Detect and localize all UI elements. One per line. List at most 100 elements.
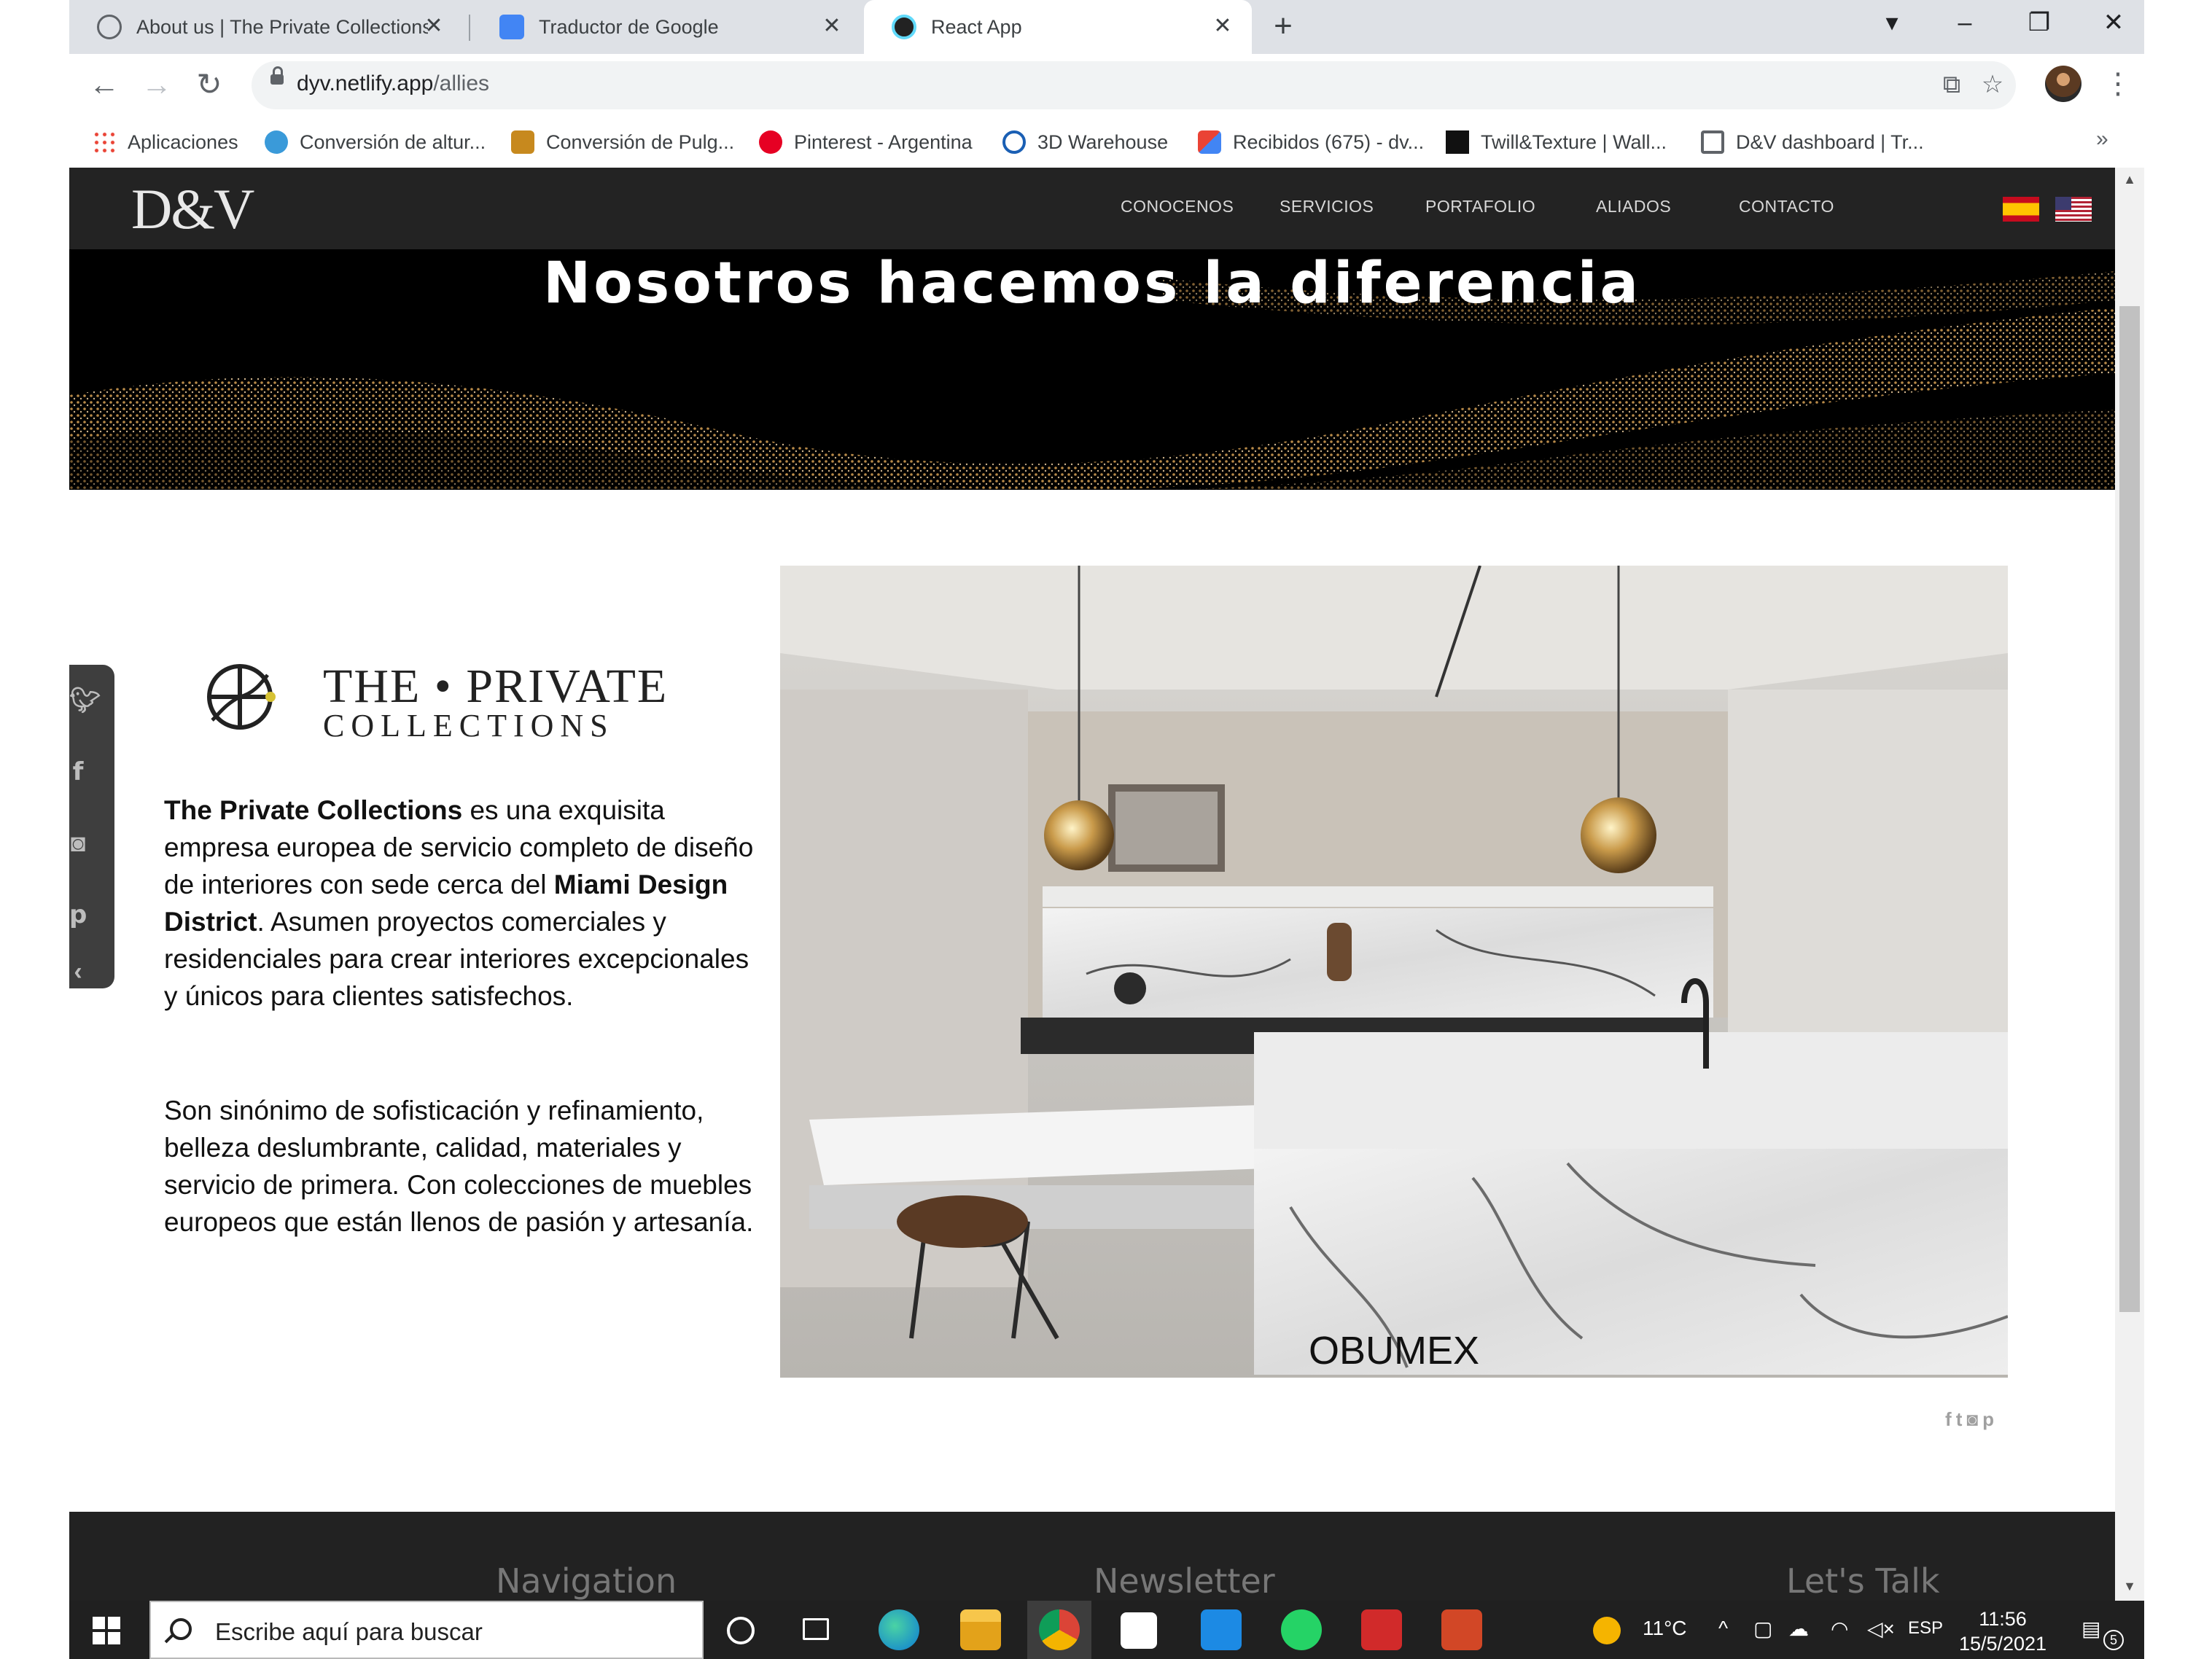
tab-react-app[interactable]: React App ✕ bbox=[864, 0, 1252, 54]
address-bar[interactable]: dyv.netlify.app/allies ⧉ ☆ bbox=[252, 61, 2016, 109]
maximize-button[interactable]: ❐ bbox=[2017, 4, 2061, 41]
url-path: /allies bbox=[433, 71, 490, 95]
close-window-button[interactable]: ✕ bbox=[2092, 4, 2135, 41]
wifi-icon[interactable]: ◠ bbox=[1831, 1617, 1848, 1641]
tray-chevron-icon[interactable]: ^ bbox=[1718, 1617, 1728, 1640]
notification-count-badge: 5 bbox=[2103, 1630, 2124, 1650]
facebook-icon[interactable]: f bbox=[1945, 1408, 1952, 1434]
globe-icon bbox=[265, 130, 288, 154]
forward-button[interactable]: → bbox=[139, 69, 174, 104]
bookmark-gmail[interactable]: Recibidos (675) - dv... bbox=[1198, 125, 1424, 159]
url-text[interactable]: dyv.netlify.app/allies bbox=[297, 71, 489, 96]
warehouse-icon bbox=[1002, 130, 1026, 154]
twitter-icon[interactable]: 🐦︎ bbox=[69, 685, 101, 716]
close-icon[interactable]: ✕ bbox=[819, 13, 845, 39]
meet-now-icon[interactable]: ▢ bbox=[1753, 1617, 1772, 1641]
nav-servicios[interactable]: SERVICIOS bbox=[1280, 197, 1374, 216]
instagram-icon[interactable]: ◙ bbox=[69, 828, 87, 859]
gmail-icon bbox=[1198, 130, 1221, 154]
tab-about-us[interactable]: About us | The Private Collections ✕ bbox=[69, 0, 463, 54]
whatsapp-icon[interactable] bbox=[1281, 1609, 1322, 1650]
nav-contacto[interactable]: CONTACTO bbox=[1739, 197, 1834, 216]
tab-strip: About us | The Private Collections ✕ Tra… bbox=[69, 0, 2144, 54]
chrome-icon[interactable] bbox=[1039, 1609, 1080, 1650]
kitchen-illustration bbox=[780, 566, 2008, 1378]
nav-aliados[interactable]: ALIADOS bbox=[1596, 197, 1671, 216]
collapse-chevron-icon[interactable]: ‹ bbox=[69, 956, 87, 987]
instagram-icon[interactable]: ◙ bbox=[1966, 1408, 1978, 1434]
spanish-flag-icon[interactable] bbox=[2003, 197, 2039, 222]
bookmark-pinterest[interactable]: Pinterest - Argentina bbox=[759, 125, 973, 159]
close-icon[interactable]: ✕ bbox=[421, 13, 447, 39]
scroll-up-icon[interactable]: ▲ bbox=[2121, 172, 2138, 190]
pinterest-icon bbox=[759, 130, 782, 154]
photo-caption: OBUMEX bbox=[1308, 1329, 1480, 1373]
bookmark-twill-texture[interactable]: Twill&Texture | Wall... bbox=[1446, 125, 1667, 159]
bookmark-pulgadas[interactable]: Conversión de Pulg... bbox=[511, 125, 734, 159]
bookmark-trello[interactable]: D&V dashboard | Tr... bbox=[1701, 125, 1924, 159]
autocad-icon[interactable] bbox=[1361, 1609, 1402, 1650]
scroll-down-icon[interactable]: ▼ bbox=[2121, 1579, 2138, 1596]
bookmark-altura[interactable]: Conversión de altur... bbox=[265, 125, 486, 159]
bookmark-3d-warehouse[interactable]: 3D Warehouse bbox=[1002, 125, 1168, 159]
windows-start-icon[interactable] bbox=[93, 1617, 122, 1646]
twill-icon bbox=[1446, 130, 1469, 154]
footer-newsletter-heading: Newsletter bbox=[1094, 1561, 1275, 1601]
file-explorer-icon[interactable] bbox=[960, 1609, 1001, 1650]
weather-sun-icon[interactable] bbox=[1593, 1617, 1621, 1644]
globe-icon bbox=[97, 15, 122, 39]
new-tab-button[interactable]: + bbox=[1265, 9, 1301, 45]
tab-title: React App bbox=[931, 15, 1022, 38]
translate-icon[interactable]: ⧉ bbox=[1936, 69, 1968, 101]
bookmark-label: Conversión de altur... bbox=[300, 130, 486, 153]
onedrive-icon[interactable]: ☁ bbox=[1788, 1617, 1809, 1641]
us-flag-icon[interactable] bbox=[2055, 197, 2092, 222]
star-icon[interactable]: ☆ bbox=[1977, 69, 2009, 101]
cortana-icon[interactable] bbox=[727, 1617, 755, 1644]
browser-toolbar: ← → ↻ dyv.netlify.app/allies ⧉ ☆ ⋮ bbox=[69, 54, 2144, 117]
close-icon[interactable]: ✕ bbox=[1210, 13, 1236, 39]
tab-translator[interactable]: Traductor de Google ✕ bbox=[472, 0, 861, 54]
powerpoint-icon[interactable] bbox=[1441, 1609, 1482, 1650]
bookmark-label: 3D Warehouse bbox=[1037, 130, 1169, 153]
bookmark-label: Recibidos (675) - dv... bbox=[1233, 130, 1425, 153]
minimize-button[interactable]: – bbox=[1943, 4, 1987, 41]
profile-avatar[interactable] bbox=[2045, 66, 2081, 102]
apps-grid-icon bbox=[93, 130, 116, 154]
page-scrollbar[interactable]: ▲ ▼ bbox=[2115, 168, 2144, 1601]
bookmark-label: Twill&Texture | Wall... bbox=[1481, 130, 1667, 153]
twitter-icon[interactable]: t bbox=[1956, 1408, 1963, 1434]
notification-center-icon[interactable]: ▤ bbox=[2081, 1617, 2100, 1641]
weather-temperature[interactable]: 11°C bbox=[1643, 1617, 1686, 1640]
pinterest-icon[interactable]: p bbox=[69, 899, 87, 930]
mail-icon[interactable] bbox=[1201, 1609, 1242, 1650]
taskbar-search-placeholder: Escribe aquí para buscar bbox=[215, 1618, 483, 1645]
private-collections-emblem-icon bbox=[207, 664, 276, 730]
volume-muted-icon[interactable]: ◁× bbox=[1867, 1617, 1895, 1641]
nav-conocenos[interactable]: CONOCENOS bbox=[1121, 197, 1234, 216]
microsoft-store-icon[interactable] bbox=[1121, 1612, 1157, 1649]
site-logo[interactable]: D&V bbox=[131, 176, 254, 242]
windows-taskbar: Escribe aquí para buscar 11°C ^ ▢ ☁ ◠ ◁×… bbox=[69, 1601, 2144, 1659]
profile-dropdown-icon[interactable]: ▾ bbox=[1870, 4, 1914, 41]
kebab-menu-icon[interactable]: ⋮ bbox=[2103, 66, 2133, 102]
react-icon bbox=[892, 15, 916, 39]
search-icon bbox=[170, 1618, 192, 1640]
reload-button[interactable]: ↻ bbox=[192, 69, 227, 104]
task-view-icon[interactable] bbox=[803, 1618, 829, 1640]
bookmark-label: Aplicaciones bbox=[128, 130, 238, 153]
scroll-thumb[interactable] bbox=[2119, 306, 2140, 1312]
nav-portafolio[interactable]: PORTAFOLIO bbox=[1425, 197, 1535, 216]
system-clock[interactable]: 11:56 15/5/2021 bbox=[1944, 1607, 2061, 1656]
facebook-icon[interactable]: f bbox=[69, 757, 87, 787]
bookmark-apps[interactable]: Aplicaciones bbox=[93, 125, 238, 159]
lock-icon[interactable] bbox=[270, 66, 284, 85]
partner-description-2: Son sinónimo de sofisticación y refinami… bbox=[164, 1096, 754, 1237]
bookmarks-overflow-button[interactable]: » bbox=[2096, 127, 2108, 152]
edge-icon[interactable] bbox=[879, 1609, 919, 1650]
footer-navigation-heading: Navigation bbox=[496, 1561, 677, 1601]
language-indicator[interactable]: ESP bbox=[1908, 1618, 1943, 1639]
pinterest-icon[interactable]: p bbox=[1982, 1408, 1994, 1434]
back-button[interactable]: ← bbox=[87, 69, 122, 104]
taskbar-search-box[interactable]: Escribe aquí para buscar bbox=[149, 1601, 704, 1659]
